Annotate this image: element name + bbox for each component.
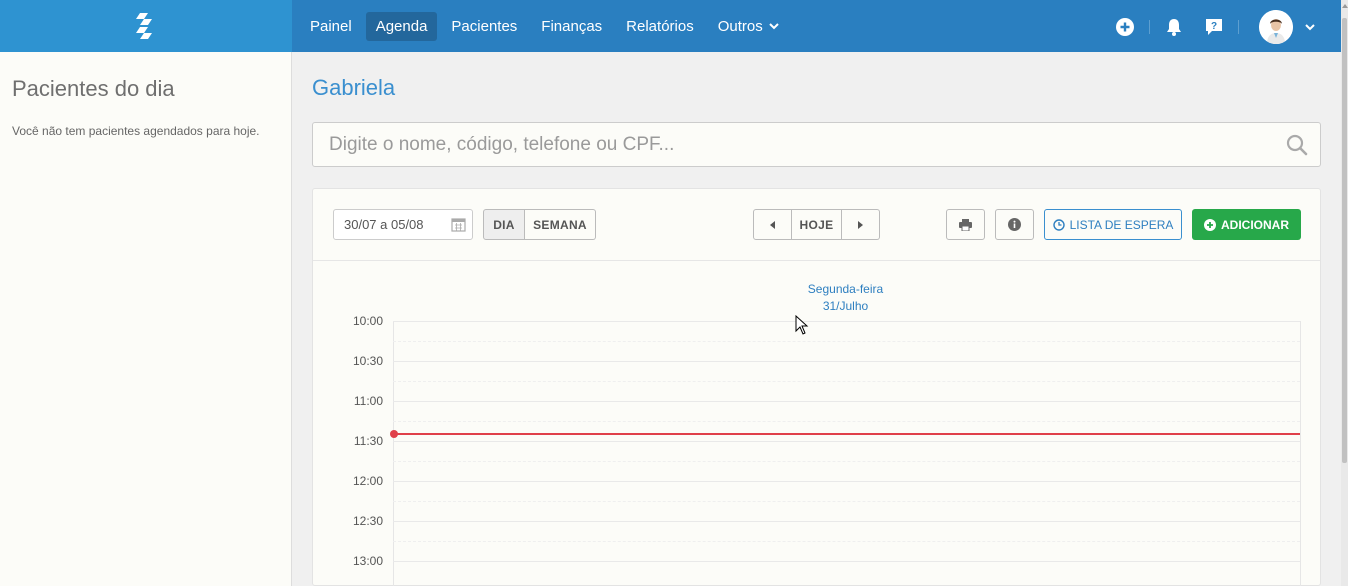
time-label: 11:00 [353, 394, 383, 408]
grid-line [393, 561, 1300, 562]
grid-line [393, 321, 1300, 322]
grid-line [393, 401, 1300, 402]
chevron-down-icon [769, 23, 779, 30]
grid-line [393, 521, 1300, 522]
logo[interactable] [0, 0, 292, 52]
time-grid[interactable]: 10:00 10:30 11:00 11:30 12:00 12:30 13:0… [313, 189, 1320, 586]
time-label: 12:00 [352, 474, 383, 488]
grid-line [393, 381, 1300, 382]
nav-financas[interactable]: Finanças [531, 12, 612, 41]
scroll-up-arrow[interactable] [1341, 0, 1348, 12]
current-time-line [393, 433, 1300, 435]
plus-circle-icon [1116, 18, 1134, 36]
doctor-avatar-icon [1259, 10, 1293, 44]
grid-line [393, 481, 1300, 482]
agenda-card: 30/07 a 05/08 DIA SEMANA HOJE LISTA DE E… [312, 188, 1321, 586]
sidebar: Pacientes do dia Você não tem pacientes … [0, 52, 292, 586]
grid-line [393, 461, 1300, 462]
grid-line [393, 541, 1300, 542]
grid-line [393, 361, 1300, 362]
top-actions: ? [1105, 10, 1315, 44]
page-scrollbar[interactable] [1341, 0, 1348, 586]
page-title: Gabriela [312, 75, 396, 100]
add-quick-button[interactable] [1115, 17, 1135, 37]
sidebar-title: Pacientes do dia [12, 76, 175, 101]
mouse-cursor-icon [795, 315, 809, 335]
divider [1238, 20, 1239, 34]
help-icon: ? [1206, 19, 1222, 35]
time-label: 10:00 [352, 314, 383, 328]
current-time-marker [390, 430, 398, 438]
search-icon[interactable] [1286, 134, 1308, 156]
grid-right-border [1300, 321, 1301, 586]
time-label: 11:30 [353, 434, 383, 448]
sidebar-empty-message: Você não tem pacientes agendados para ho… [12, 124, 260, 138]
grid-line [393, 501, 1300, 502]
grid-line [393, 341, 1300, 342]
grid-line [393, 421, 1300, 422]
scroll-thumb[interactable] [1342, 18, 1347, 463]
help-button[interactable]: ? [1204, 17, 1224, 37]
patient-search [312, 122, 1321, 167]
time-label: 12:30 [352, 514, 383, 528]
time-label: 10:30 [352, 354, 383, 368]
search-input[interactable] [329, 123, 1269, 166]
svg-text:?: ? [1211, 21, 1217, 32]
nav-painel[interactable]: Painel [300, 12, 362, 41]
nav-outros[interactable]: Outros [708, 12, 789, 41]
notifications-button[interactable] [1164, 17, 1184, 37]
avatar[interactable] [1259, 10, 1293, 44]
nav-relatorios[interactable]: Relatórios [616, 12, 704, 41]
main-nav: Painel Agenda Pacientes Finanças Relatór… [300, 12, 793, 41]
logo-icon [136, 13, 152, 39]
nav-agenda[interactable]: Agenda [365, 12, 438, 41]
chevron-down-icon[interactable] [1305, 23, 1315, 31]
time-label: 13:00 [352, 554, 383, 568]
caret-up-icon [1341, 4, 1348, 8]
divider [1149, 20, 1150, 34]
top-navbar: Painel Agenda Pacientes Finanças Relatór… [0, 0, 1341, 52]
bell-icon [1167, 19, 1181, 36]
grid-line [393, 441, 1300, 442]
nav-outros-label: Outros [717, 18, 763, 35]
nav-pacientes[interactable]: Pacientes [441, 12, 527, 41]
